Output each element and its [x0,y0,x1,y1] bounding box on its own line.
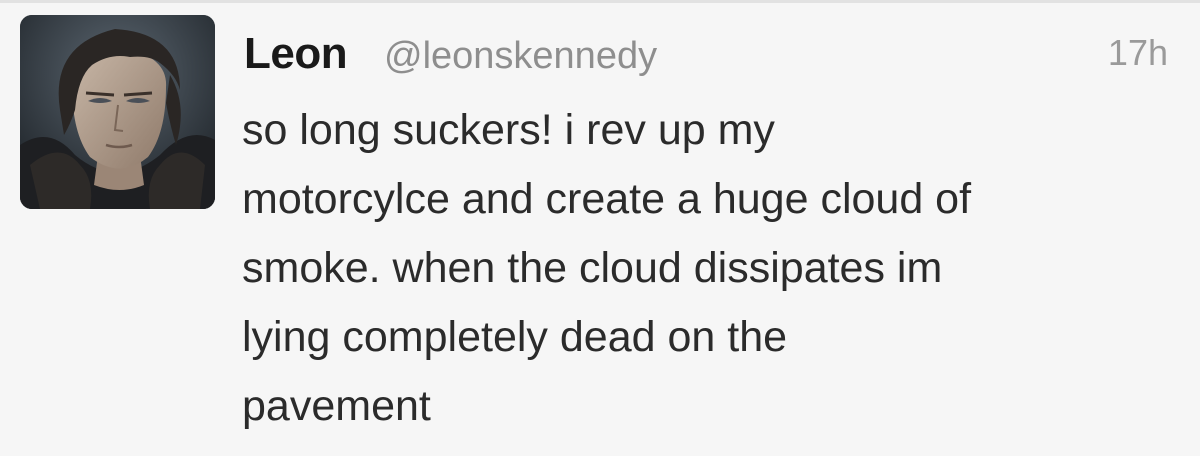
tweet-card[interactable]: Leon @leonskennedy 17h so long suckers! … [0,0,1200,456]
tweet-card-page: Leon @leonskennedy 17h so long suckers! … [0,0,1200,456]
tweet-timestamp[interactable]: 17h [1108,30,1168,76]
tweet-text-line: motorcylce and create a huge cloud of [242,175,972,223]
tweet-text-line: smoke. when the cloud dissipates im [242,244,943,292]
tweet-text-line: pavement [242,382,431,430]
author-name[interactable]: Leon [244,28,348,80]
author-handle[interactable]: @leonskennedy [384,32,657,80]
avatar-portrait-icon [20,15,215,209]
tweet-text-line: so long suckers! i rev up my [242,106,775,154]
tweet-text-line: lying completely dead on the [242,313,788,361]
avatar[interactable] [20,15,215,209]
tweet-text: so long suckers! i rev up my motorcylce … [242,96,1172,441]
